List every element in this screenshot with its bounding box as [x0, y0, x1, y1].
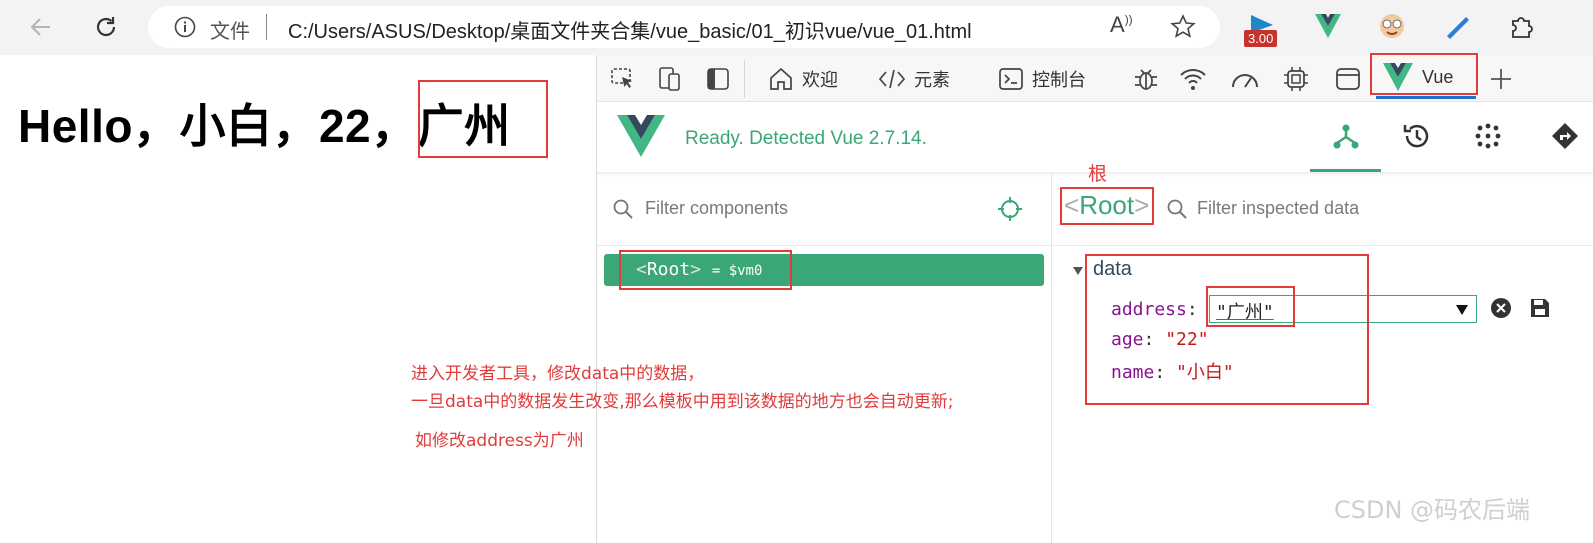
watermark: CSDN @码农后端 [1334, 496, 1531, 524]
star-icon[interactable] [1170, 14, 1196, 40]
back-button[interactable] [24, 10, 58, 44]
address-divider [266, 14, 267, 40]
tab-welcome-label: 欢迎 [802, 70, 838, 90]
dropdown-arrow-icon[interactable] [1455, 304, 1469, 316]
extension-vue-devtools[interactable] [1310, 8, 1346, 44]
puzzle-icon [1512, 17, 1533, 38]
tab-elements-label: 元素 [914, 70, 950, 90]
timeline-view-button[interactable] [1389, 108, 1445, 164]
collapse-arrow-icon[interactable] [1071, 264, 1085, 278]
highlight-box-root-title [1060, 187, 1154, 225]
vue-status-text: Ready. Detected Vue 2.7.14. [685, 128, 927, 149]
dots-grid-icon [1475, 123, 1501, 149]
annotation-line-2: 一旦data中的数据发生改变,那么模板中用到该数据的地方也会自动更新; [411, 392, 954, 412]
address-file-label: 文件 [210, 21, 250, 43]
root-annotation: 根 [1088, 163, 1108, 185]
save-edit-icon[interactable] [1529, 297, 1551, 319]
refresh-icon [96, 17, 116, 37]
toolbar-divider [744, 60, 745, 98]
annotation-line-1: 进入开发者工具，修改data中的数据， [411, 364, 705, 384]
components-view-button[interactable] [1318, 108, 1374, 164]
component-tree-icon [1333, 124, 1359, 149]
performance-icon[interactable] [1230, 65, 1260, 93]
annotation-line-3: 如修改address为广州 [415, 431, 584, 451]
highlight-box-data [1085, 254, 1369, 405]
history-icon [1403, 124, 1429, 148]
extension-badge: 3.00 [1244, 30, 1278, 47]
extension-pen[interactable] [1440, 8, 1476, 44]
back-arrow-icon [30, 18, 50, 36]
highlight-box-root-node [619, 250, 792, 290]
read-aloud-icon[interactable]: A)) [1110, 12, 1133, 38]
code-icon [878, 69, 906, 89]
highlight-box-vue-tab [1370, 53, 1478, 95]
tab-vue-active-indicator [1376, 96, 1476, 99]
device-toggle-icon[interactable] [657, 66, 683, 92]
plugins-view-button[interactable] [1460, 108, 1516, 164]
address-bar[interactable]: 文件 C:/Users/ASUS/Desktop/桌面文件夹合集/vue_bas… [148, 6, 1220, 48]
routes-view-button[interactable] [1537, 108, 1593, 164]
tab-elements[interactable]: 元素 [878, 66, 950, 92]
console-icon [999, 68, 1023, 90]
vue-devtools-logo-icon [617, 115, 665, 157]
tab-console[interactable]: 控制台 [998, 66, 1086, 92]
face-icon [1380, 14, 1404, 38]
select-component-icon[interactable] [997, 196, 1023, 222]
filter-components-input[interactable]: Filter components [645, 198, 788, 219]
refresh-button[interactable] [89, 10, 123, 44]
info-icon[interactable] [174, 16, 196, 38]
home-icon [770, 67, 792, 90]
search-icon [613, 199, 633, 219]
memory-icon[interactable] [1282, 65, 1310, 93]
inspect-element-icon[interactable] [610, 66, 636, 92]
application-icon[interactable] [1334, 65, 1362, 93]
sidebar-toggle-icon[interactable] [705, 66, 731, 92]
extension-face[interactable] [1374, 8, 1410, 44]
search-icon-inspected [1167, 199, 1187, 219]
tab-console-label: 控制台 [1032, 70, 1086, 90]
extensions-button[interactable] [1504, 8, 1540, 44]
components-view-indicator [1310, 169, 1381, 172]
bug-icon[interactable] [1132, 65, 1160, 93]
directions-icon [1552, 123, 1578, 149]
filter-inspected-input[interactable]: Filter inspected data [1197, 198, 1359, 219]
pen-icon [1447, 17, 1469, 39]
add-tab-icon[interactable] [1488, 66, 1514, 92]
vue-logo-icon [1315, 14, 1341, 38]
url-text[interactable]: C:/Users/ASUS/Desktop/桌面文件夹合集/vue_basic/… [288, 15, 972, 44]
highlight-box-guangzhou [418, 80, 548, 158]
wifi-icon[interactable] [1178, 65, 1208, 93]
cancel-edit-icon[interactable] [1490, 297, 1512, 319]
pane-splitter[interactable] [1051, 173, 1052, 543]
tab-welcome[interactable]: 欢迎 [768, 66, 838, 92]
